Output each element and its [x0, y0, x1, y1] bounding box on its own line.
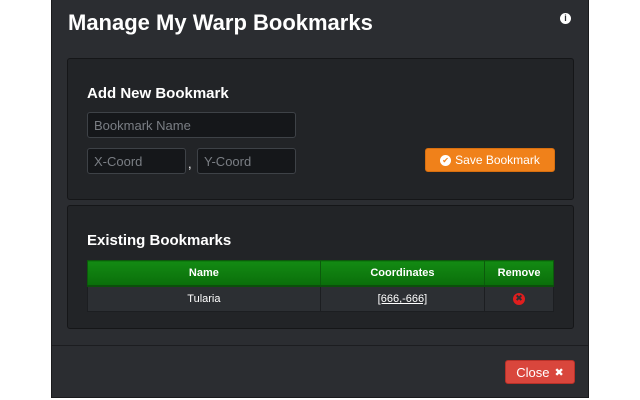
warp-bookmarks-modal: Manage My Warp Bookmarks i Add New Bookm… [51, 0, 589, 398]
modal-title: Manage My Warp Bookmarks [68, 10, 373, 35]
column-header-coordinates: Coordinates [319, 260, 486, 287]
close-button[interactable]: Close ✖ [505, 360, 575, 384]
info-icon[interactable]: i [560, 13, 571, 24]
remove-circle-icon[interactable]: ✖ [513, 293, 526, 306]
close-button-label: Close [516, 364, 550, 380]
coord-separator: , [188, 156, 192, 171]
footer-divider [52, 345, 588, 346]
bookmark-name-input[interactable] [87, 112, 296, 138]
existing-bookmarks-heading: Existing Bookmarks [87, 232, 232, 249]
bookmark-coordinates-cell: [666,-666] [319, 285, 486, 312]
close-x-icon: ✖ [554, 365, 564, 379]
bookmarks-table: Name Coordinates Remove Tularia [666,-66… [87, 260, 554, 312]
column-header-remove: Remove [484, 260, 554, 287]
y-coord-input[interactable] [197, 148, 296, 174]
add-bookmark-heading: Add New Bookmark [87, 85, 229, 102]
existing-bookmarks-panel: Existing Bookmarks Name Coordinates Remo… [67, 205, 574, 329]
bookmark-name-cell: Tularia [87, 285, 321, 312]
table-row: Tularia [666,-666] ✖ [87, 285, 554, 312]
add-bookmark-panel: Add New Bookmark , ✔ Save Bookmark [67, 58, 574, 200]
bookmark-remove-cell: ✖ [484, 285, 554, 312]
table-header-row: Name Coordinates Remove [87, 260, 554, 287]
x-coord-input[interactable] [87, 148, 186, 174]
save-bookmark-button[interactable]: ✔ Save Bookmark [425, 148, 555, 172]
column-header-name: Name [87, 260, 321, 287]
bookmark-coordinates-link[interactable]: [666,-666] [378, 293, 428, 305]
save-bookmark-label: Save Bookmark [455, 153, 540, 167]
check-circle-icon: ✔ [440, 154, 452, 166]
